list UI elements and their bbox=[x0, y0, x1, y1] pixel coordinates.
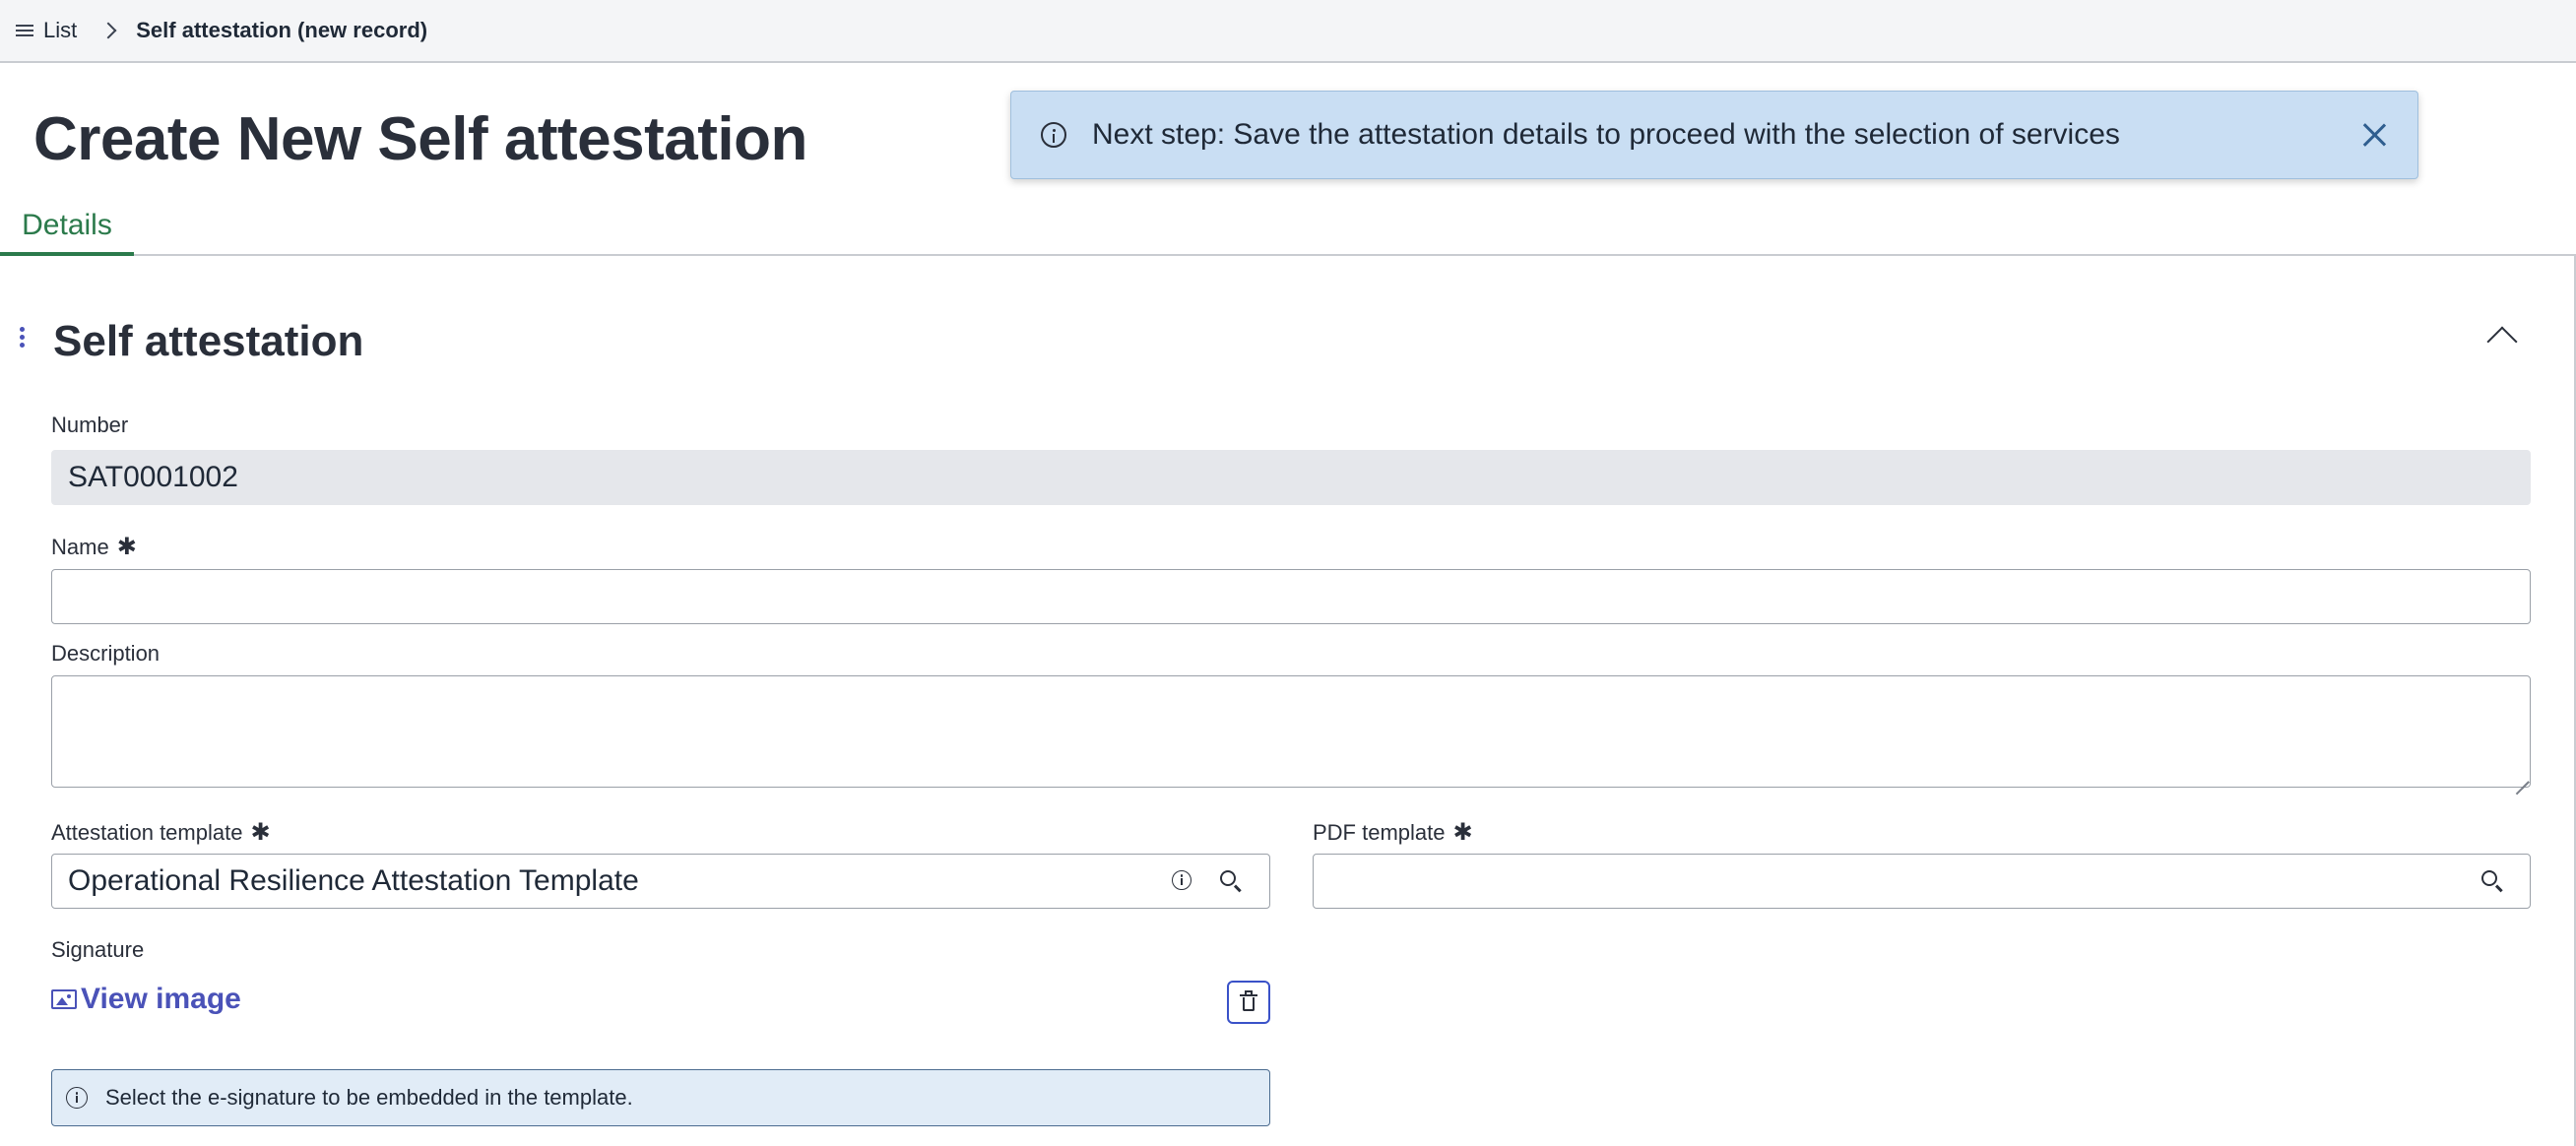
pdf-template-input[interactable] bbox=[1313, 854, 2531, 909]
list-icon bbox=[16, 24, 33, 37]
info-icon bbox=[66, 1087, 88, 1109]
attestation-template-input[interactable] bbox=[51, 854, 1270, 909]
view-image-label[interactable]: View image bbox=[81, 983, 241, 1016]
description-textarea[interactable] bbox=[51, 675, 2531, 788]
delete-signature-button[interactable] bbox=[1227, 981, 1270, 1024]
attestation-template-label: Attestation template ✱ bbox=[51, 818, 271, 847]
info-notification: Next step: Save the attestation details … bbox=[1010, 91, 2418, 179]
number-label: Number bbox=[51, 413, 129, 437]
signature-label: Signature bbox=[51, 937, 145, 962]
info-icon bbox=[1041, 122, 1066, 148]
pdf-template-label: PDF template ✱ bbox=[1313, 818, 1473, 847]
page-title: Create New Self attestation bbox=[33, 105, 807, 173]
search-icon[interactable] bbox=[1215, 865, 1245, 895]
signature-hint-text: Select the e-signature to be embedded in… bbox=[105, 1085, 633, 1110]
pdf-template-label-text: PDF template bbox=[1313, 820, 1446, 845]
name-label-text: Name bbox=[51, 535, 109, 559]
breadcrumb-current: Self attestation (new record) bbox=[136, 18, 428, 42]
chevron-right-icon bbox=[99, 22, 117, 39]
name-input[interactable] bbox=[51, 569, 2531, 624]
number-field: SAT0001002 bbox=[51, 450, 2531, 505]
tab-details[interactable]: Details bbox=[0, 203, 134, 256]
tab-bar: Details bbox=[0, 203, 2576, 256]
description-label: Description bbox=[51, 641, 161, 666]
breadcrumb-bar: List Self attestation (new record) bbox=[0, 0, 2576, 63]
name-label: Name ✱ bbox=[51, 533, 137, 561]
attestation-template-label-text: Attestation template bbox=[51, 820, 243, 845]
close-icon[interactable] bbox=[2360, 121, 2388, 149]
breadcrumb: List Self attestation (new record) bbox=[16, 18, 427, 43]
required-marker: ✱ bbox=[116, 534, 137, 560]
search-icon[interactable] bbox=[2477, 865, 2506, 895]
signature-hint: Select the e-signature to be embedded in… bbox=[51, 1069, 1270, 1126]
notification-text: Next step: Save the attestation details … bbox=[1092, 118, 2120, 151]
breadcrumb-list-label[interactable]: List bbox=[43, 18, 77, 43]
breadcrumb-list-link[interactable]: List bbox=[16, 18, 77, 43]
required-marker: ✱ bbox=[1452, 819, 1473, 846]
view-image-link[interactable]: View image bbox=[51, 983, 241, 1016]
section-title: Self attestation bbox=[53, 317, 364, 365]
more-options-icon[interactable] bbox=[20, 327, 26, 349]
required-marker: ✱ bbox=[250, 819, 271, 846]
image-icon bbox=[51, 989, 77, 1009]
info-icon[interactable] bbox=[1167, 865, 1196, 895]
